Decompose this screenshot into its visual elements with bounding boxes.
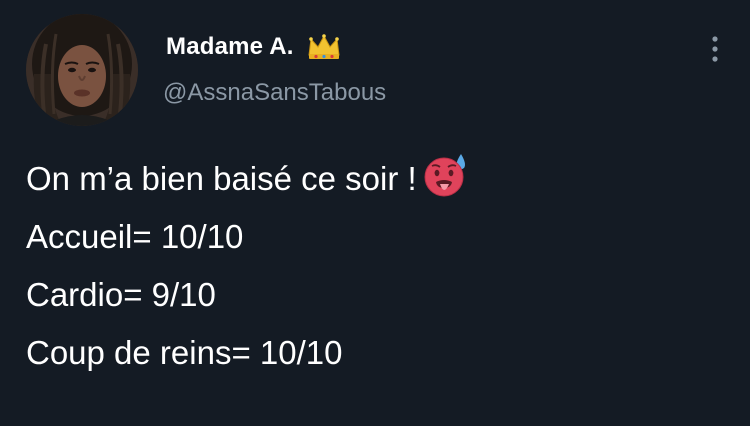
author-name-row: Madame A. — [166, 30, 342, 64]
avatar-photo — [26, 14, 138, 126]
hot-face-emoji-icon — [424, 154, 465, 197]
tweet-line: Cardio= 9/10 — [26, 276, 216, 313]
avatar[interactable] — [26, 14, 138, 126]
tweet-text: On m’a bien baisé ce soir ! Accueil= 10/… — [26, 150, 726, 382]
tweet-line: Coup de reins= 10/10 — [26, 334, 343, 371]
user-handle[interactable]: @AssnaSansTabous — [163, 79, 386, 107]
tweet-line: Accueil= 10/10 — [26, 218, 244, 255]
tweet-line: On m’a bien baisé ce soir ! — [26, 150, 726, 208]
crown-icon — [308, 34, 340, 59]
display-name[interactable]: Madame A. — [166, 33, 294, 61]
more-options-icon[interactable] — [706, 34, 724, 64]
tweet-card: Madame A. @AssnaSansTabous On m’a bien b… — [0, 0, 750, 426]
